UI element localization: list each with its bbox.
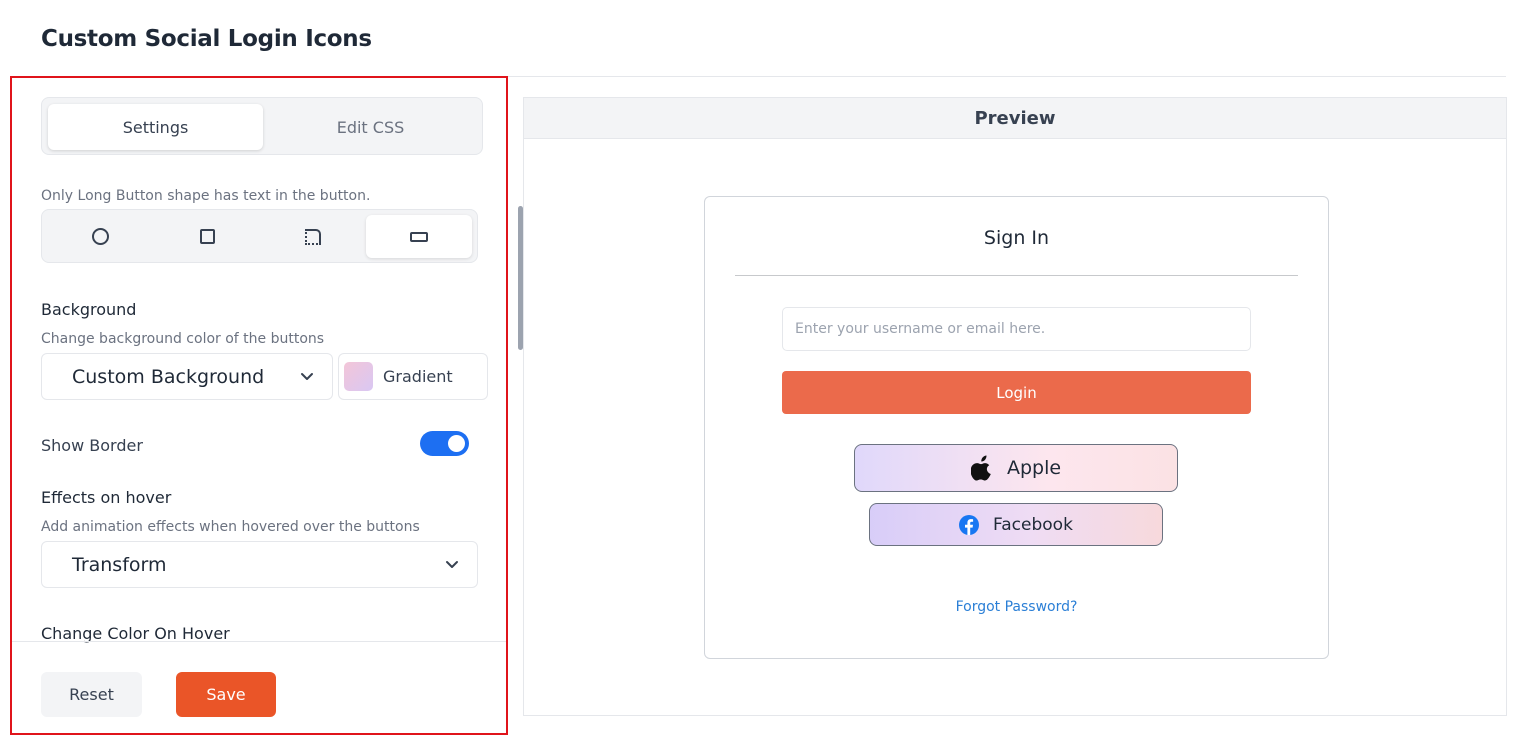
signin-title: Sign In xyxy=(983,227,1050,249)
preview-panel: Preview Sign In Login Apple Facebook xyxy=(523,97,1507,716)
gradient-swatch xyxy=(344,362,373,391)
chevron-down-icon xyxy=(301,373,313,380)
settings-tabs: Settings Edit CSS xyxy=(41,97,483,155)
login-button[interactable]: Login xyxy=(782,371,1251,414)
show-border-toggle[interactable] xyxy=(420,431,469,456)
forgot-password-link[interactable]: Forgot Password? xyxy=(705,599,1328,615)
shape-option-long-button[interactable] xyxy=(366,215,472,258)
chevron-down-icon xyxy=(446,561,458,568)
tab-edit-css[interactable]: Edit CSS xyxy=(263,104,478,150)
background-select[interactable]: Custom Background xyxy=(41,353,333,400)
tab-settings[interactable]: Settings xyxy=(48,104,263,150)
reset-button[interactable]: Reset xyxy=(41,672,142,717)
facebook-button-label: Facebook xyxy=(993,514,1073,535)
background-label: Background xyxy=(41,300,137,319)
page-title: Custom Social Login Icons xyxy=(41,26,372,52)
username-input[interactable] xyxy=(782,307,1251,351)
background-hint: Change background color of the buttons xyxy=(41,331,325,347)
preview-header: Preview xyxy=(524,98,1506,139)
circle-shape-icon xyxy=(91,228,109,245)
save-button[interactable]: Save xyxy=(176,672,276,717)
signin-divider xyxy=(735,275,1298,276)
background-select-value: Custom Background xyxy=(72,365,265,388)
gradient-color-picker[interactable]: Gradient xyxy=(338,353,488,400)
signin-card: Sign In Login Apple Facebook Forgot P xyxy=(704,196,1329,659)
hover-effect-select-value: Transform xyxy=(72,553,167,576)
apple-icon xyxy=(970,455,993,481)
hover-effects-hint: Add animation effects when hovered over … xyxy=(41,519,420,535)
header-divider xyxy=(507,76,1506,77)
long-button-shape-icon xyxy=(410,231,428,242)
hover-effect-select[interactable]: Transform xyxy=(41,541,478,588)
facebook-login-button[interactable]: Facebook xyxy=(869,503,1163,546)
settings-panel: Settings Edit CSS Only Long Button shape… xyxy=(10,76,508,735)
apple-button-label: Apple xyxy=(1006,457,1062,479)
button-shape-selector xyxy=(41,209,478,263)
shape-option-circle[interactable] xyxy=(47,215,153,258)
show-border-label: Show Border xyxy=(41,436,143,455)
shape-option-square[interactable] xyxy=(154,215,260,258)
toggle-knob xyxy=(448,435,465,452)
rounded-corner-shape-icon xyxy=(305,228,321,245)
settings-panel-content: Settings Edit CSS Only Long Button shape… xyxy=(12,78,506,733)
gradient-label: Gradient xyxy=(383,367,453,386)
square-shape-icon xyxy=(199,229,215,244)
apple-login-button[interactable]: Apple xyxy=(854,444,1178,492)
footer-divider xyxy=(12,641,506,642)
hover-effects-label: Effects on hover xyxy=(41,488,172,507)
shape-hint: Only Long Button shape has text in the b… xyxy=(41,188,371,204)
facebook-icon xyxy=(959,514,980,535)
shape-option-rounded-corner[interactable] xyxy=(260,215,366,258)
